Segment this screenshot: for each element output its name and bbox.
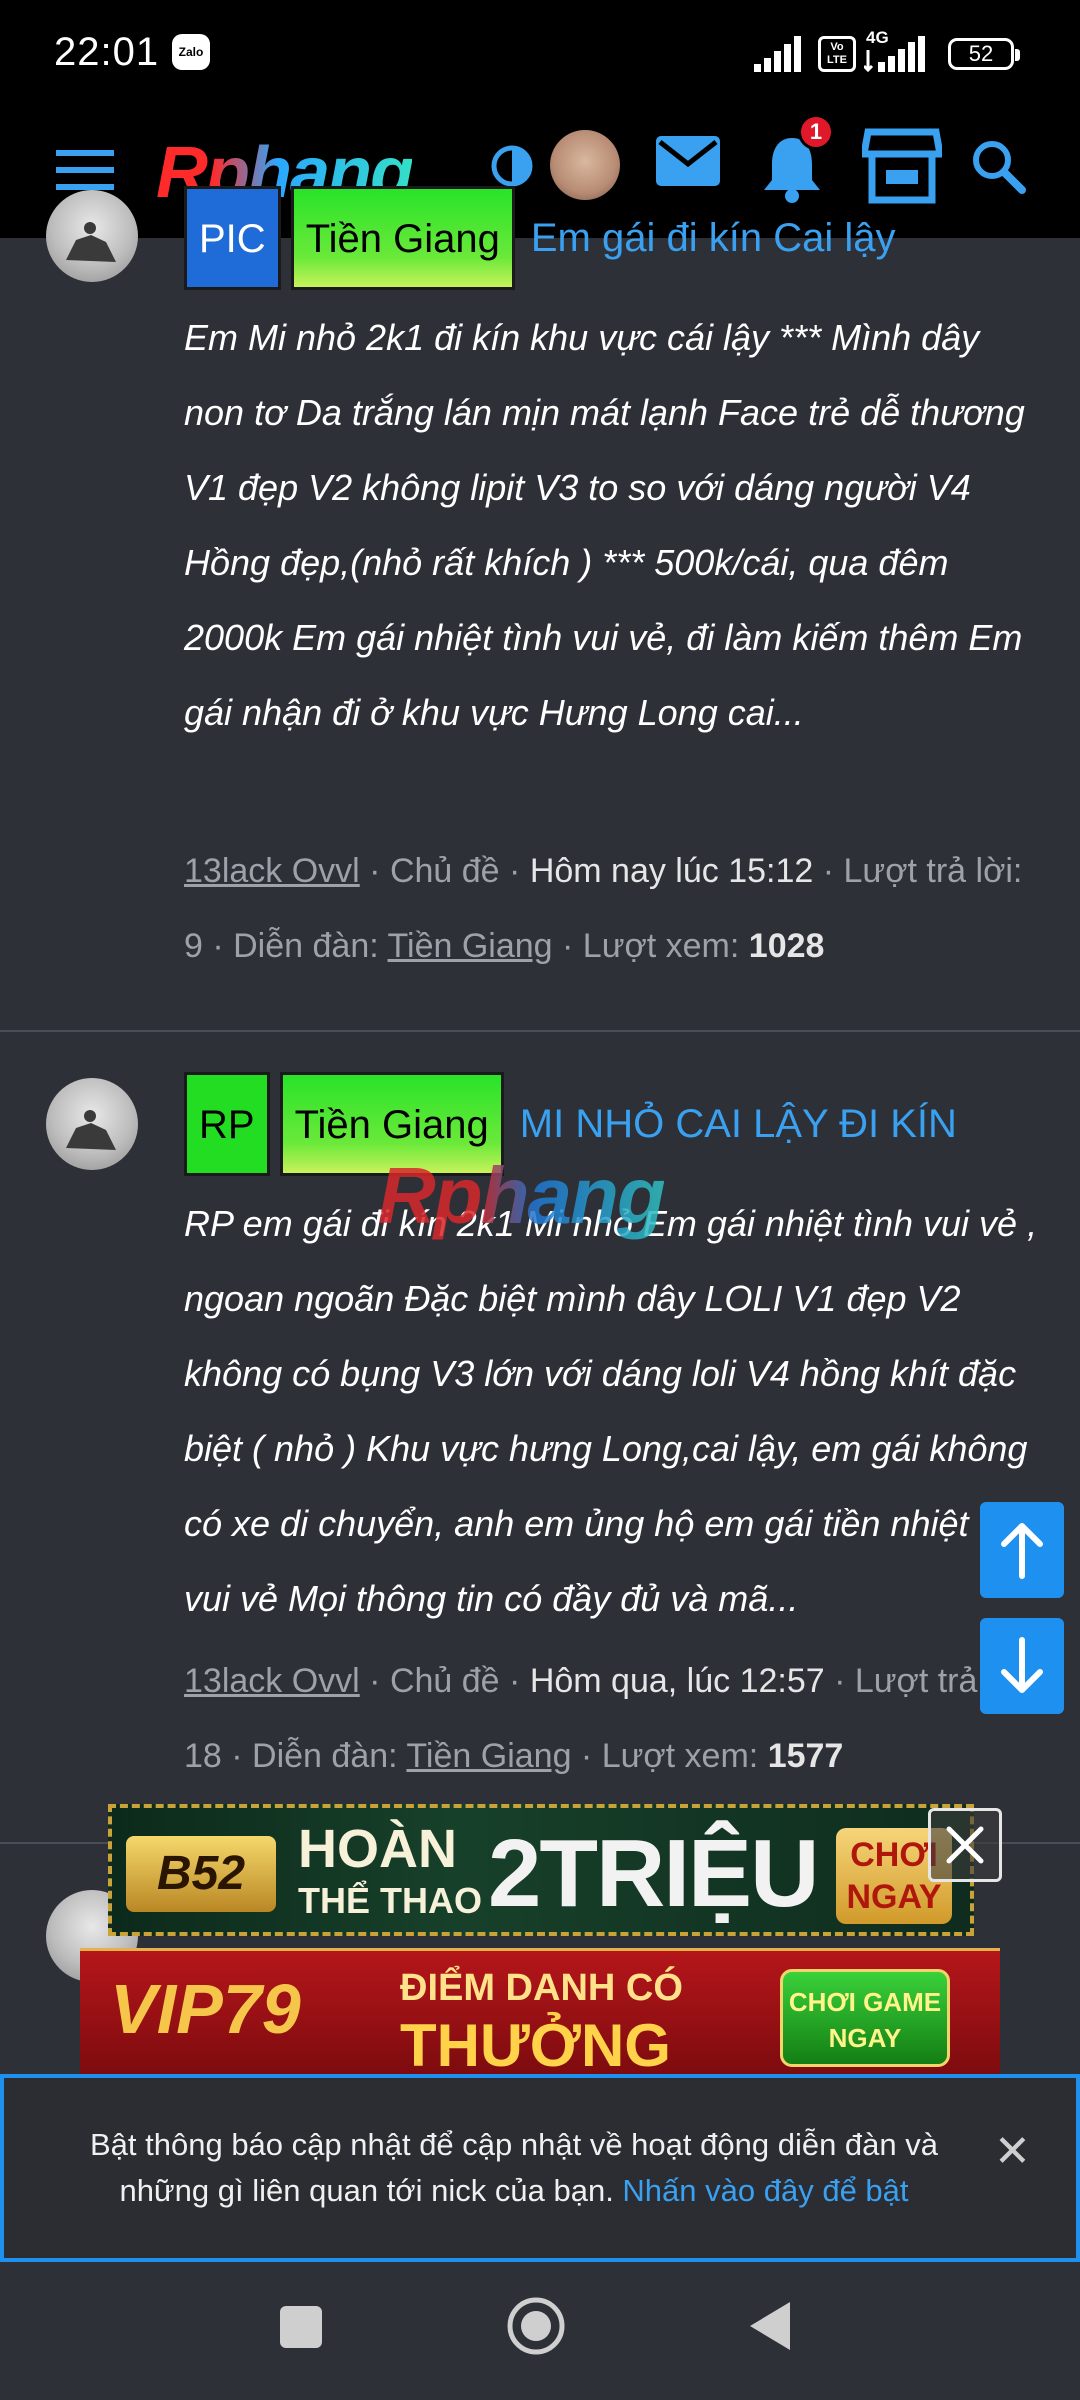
views-label: · Lượt xem: bbox=[552, 927, 749, 965]
arrow-down-icon bbox=[1001, 1637, 1043, 1693]
site-watermark: Rphang bbox=[378, 1151, 666, 1240]
enable-notifications-link[interactable]: Nhấn vào đây để bật bbox=[622, 2173, 908, 2208]
forum-link[interactable]: Tiền Giang bbox=[406, 1737, 571, 1775]
forum-link[interactable]: Tiền Giang bbox=[388, 927, 553, 965]
ad-brand: B52 bbox=[126, 1836, 276, 1912]
thread-excerpt: RP em gái đi kín 2k1 Mi nhỏ Em gái nhiệt… bbox=[184, 1203, 1039, 1619]
thread-time: Hôm nay lúc 15:12 bbox=[529, 852, 814, 890]
author-avatar[interactable] bbox=[46, 190, 138, 282]
scroll-to-bottom-button[interactable] bbox=[980, 1618, 1064, 1714]
views-count: 1577 bbox=[767, 1737, 844, 1775]
ad-text: ĐIỂM DANH CÓ bbox=[400, 1967, 683, 2009]
thread-time: Hôm qua, lúc 12:57 bbox=[529, 1662, 825, 1700]
ad-cta-button[interactable]: CHƠI GAME NGAY bbox=[780, 1969, 950, 2067]
author-link[interactable]: 13lack Ovvl bbox=[184, 852, 360, 890]
ad-close-button[interactable] bbox=[928, 1808, 1002, 1882]
arrow-up-icon bbox=[1001, 1523, 1043, 1579]
prefix-tag[interactable]: PIC bbox=[184, 186, 281, 290]
ad-text: THỂ THAO bbox=[298, 1880, 482, 1921]
ad-headline: THƯỞNG bbox=[400, 2012, 671, 2078]
meta-separator: · Chủ đề · bbox=[359, 1662, 530, 1700]
ad-headline: 2TRIỆU bbox=[488, 1820, 819, 1927]
thread-excerpt: Em Mi nhỏ 2k1 đi kín khu vực cái lậy ***… bbox=[184, 317, 1025, 733]
ad-banner[interactable]: VIP79 ĐIỂM DANH CÓ THƯỞNG CHƠI GAME NGAY bbox=[80, 1948, 1000, 2078]
ad-text: HOÀN bbox=[298, 1819, 457, 1879]
ad-brand: VIP79 bbox=[110, 1970, 301, 2048]
views-count: 1028 bbox=[748, 927, 825, 965]
author-avatar[interactable] bbox=[46, 1078, 138, 1170]
push-notice-banner: Bật thông báo cập nhật để cập nhật về ho… bbox=[0, 2074, 1080, 2262]
thread-item[interactable]: PIC Tiền Giang Em gái đi kín Cai lậy Em … bbox=[0, 0, 1080, 1030]
notice-text: Bật thông báo cập nhật để cập nhật về ho… bbox=[64, 2122, 964, 2214]
thread-title[interactable]: Em gái đi kín Cai lậy bbox=[531, 216, 896, 261]
recents-icon[interactable] bbox=[280, 2306, 322, 2348]
ad-banner[interactable]: B52 HOÀN THỂ THAO 2TRIỆU CHƠI NGAY bbox=[108, 1804, 974, 1936]
home-icon[interactable] bbox=[506, 2296, 566, 2356]
views-label: · Lượt xem: bbox=[571, 1737, 768, 1775]
thread-meta: 13lack Ovvl · Chủ đề · Hôm qua, lúc 12:5… bbox=[184, 1644, 1044, 1794]
thread-meta: 13lack Ovvl · Chủ đề · Hôm nay lúc 15:12… bbox=[184, 834, 1044, 984]
meta-separator: · Chủ đề · bbox=[359, 852, 530, 890]
prefix-tag[interactable]: RP bbox=[184, 1072, 270, 1176]
system-navigation-bar bbox=[0, 2262, 1080, 2400]
back-icon[interactable] bbox=[748, 2300, 792, 2352]
author-link[interactable]: 13lack Ovvl bbox=[184, 1662, 360, 1700]
thread-title-row[interactable]: PIC Tiền Giang Em gái đi kín Cai lậy bbox=[184, 186, 895, 290]
close-icon bbox=[946, 1826, 984, 1864]
thread-title[interactable]: MI NHỎ CAI LẬY ĐI KÍN bbox=[520, 1102, 957, 1147]
notice-close-button[interactable]: ✕ bbox=[994, 2126, 1031, 2177]
scroll-to-top-button[interactable] bbox=[980, 1502, 1064, 1598]
prefix-tag[interactable]: Tiền Giang bbox=[290, 186, 515, 290]
